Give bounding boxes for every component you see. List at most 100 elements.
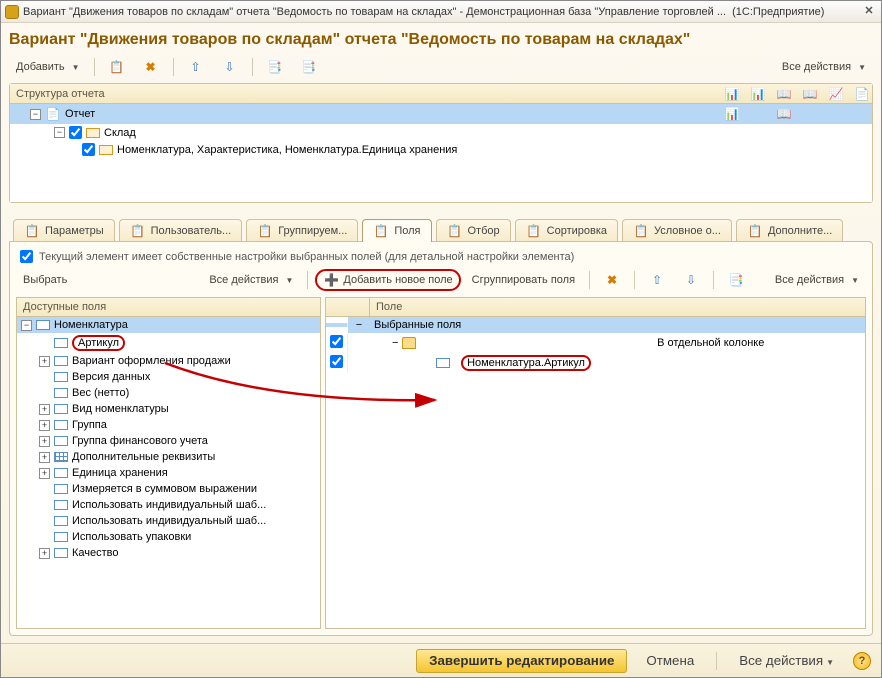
group-icon (99, 145, 113, 155)
tab-icon: 📋 (130, 223, 146, 239)
tab-conditional[interactable]: 📋Условное о... (622, 219, 732, 242)
group-fields-button[interactable]: Сгруппировать поля (465, 269, 582, 291)
add-button[interactable]: Добавить (9, 56, 87, 78)
field-icon (436, 358, 450, 368)
collapse-icon[interactable]: − (54, 127, 65, 138)
toolbar-icon-1[interactable]: 📋 (102, 56, 132, 78)
available-fields-tree[interactable]: − Номенклатура Артикул +Вариант оформлен… (16, 317, 321, 629)
select-button[interactable]: Выбрать (16, 269, 74, 291)
tree-node[interactable]: +Дополнительные реквизиты (17, 449, 320, 465)
tree-node[interactable]: +Вариант оформления продажи (17, 353, 320, 369)
all-actions-button[interactable]: Все действия (775, 56, 873, 78)
report-structure-panel: Структура отчета 📊 📊 📖 📖 📈 📄 📊 . 📖 . . .… (9, 83, 873, 203)
selected-fields-root[interactable]: − Выбранные поля (326, 317, 865, 333)
plus-circle-icon: ➕ (323, 272, 339, 288)
tree-node-label: Вес (нетто) (72, 387, 129, 399)
tree-node[interactable]: + Качество (17, 545, 320, 561)
structure-level2[interactable]: Номенклатура, Характеристика, Номенклату… (10, 141, 872, 158)
tree-node[interactable]: Версия данных (17, 369, 320, 385)
all-actions-left[interactable]: Все действия (202, 269, 300, 291)
tab-group[interactable]: 📋Группируем... (246, 219, 358, 242)
collapse-icon[interactable]: − (21, 320, 32, 331)
finish-editing-button[interactable]: Завершить редактирование (416, 649, 627, 673)
tab-parameters[interactable]: 📋Параметры (13, 219, 115, 242)
tab-fields[interactable]: 📋Поля (362, 219, 431, 242)
field-icon (54, 516, 68, 526)
tree-node[interactable]: Вес (нетто) (17, 385, 320, 401)
folder-checkbox[interactable] (330, 335, 343, 348)
tree-node[interactable]: + Вид номенклатуры (17, 401, 320, 417)
selected-fields-folder[interactable]: −В отдельной колонке (326, 333, 865, 353)
structure-level1[interactable]: − Склад (10, 124, 872, 141)
expand-icon[interactable]: + (39, 420, 50, 431)
hdr-icon-3[interactable]: 📖 (776, 86, 792, 102)
field-icon (54, 338, 68, 348)
list-icon: 📋 (109, 59, 125, 75)
tab-sort[interactable]: 📋Сортировка (515, 219, 618, 242)
collapse-icon[interactable]: − (356, 319, 362, 331)
tree-node[interactable]: + Единица хранения (17, 465, 320, 481)
tab-icon: 📋 (526, 223, 542, 239)
selected-fields-item[interactable]: Номенклатура.Артикул (326, 353, 865, 373)
tab-fields-label: Поля (394, 225, 420, 237)
selected-fields-tree[interactable]: − Выбранные поля −В отдельной колонке Но… (325, 317, 866, 629)
field-icon (36, 320, 50, 330)
structure-level2-checkbox[interactable] (82, 143, 95, 156)
expand-icon[interactable]: + (39, 452, 50, 463)
row-icon-3[interactable]: 📖 (776, 106, 792, 122)
custom-settings-checkbox[interactable] (20, 250, 33, 263)
hdr-icon-1[interactable]: 📊 (724, 86, 740, 102)
move-down-r[interactable]: ⇩ (676, 269, 706, 291)
expand-icon[interactable]: + (39, 436, 50, 447)
added-field-label: Номенклатура.Артикул (461, 355, 591, 371)
tree-node[interactable]: Использовать упаковки (17, 529, 320, 545)
tree-node-label: Качество (72, 547, 119, 559)
tree-node[interactable]: +Группа финансового учета (17, 433, 320, 449)
footer-all-actions[interactable]: Все действия (728, 649, 845, 673)
hdr-icon-4[interactable]: 📖 (802, 86, 818, 102)
structure-level1-checkbox[interactable] (69, 126, 82, 139)
tree-node[interactable]: Использовать индивидуальный шаб... (17, 513, 320, 529)
toolbar-icon-6[interactable]: 📑 (294, 56, 324, 78)
expand-icon[interactable]: + (39, 468, 50, 479)
folder-icon (402, 337, 416, 349)
move-up[interactable]: ⇧ (181, 56, 211, 78)
toolbar-delete[interactable]: ✖ (136, 56, 166, 78)
tab-fields-body: Текущий элемент имеет собственные настро… (9, 241, 873, 636)
tree-node[interactable]: +Группа (17, 417, 320, 433)
window-close-button[interactable]: ✕ (861, 4, 877, 20)
tree-node-root[interactable]: − Номенклатура (17, 317, 320, 333)
toolbar-icon-5[interactable]: 📑 (260, 56, 290, 78)
delete-button[interactable]: ✖ (597, 269, 627, 291)
tab-filter[interactable]: 📋Отбор (436, 219, 511, 242)
move-up-r[interactable]: ⇧ (642, 269, 672, 291)
settings2-icon: 📑 (301, 59, 317, 75)
tab-user-label: Пользователь... (151, 225, 232, 237)
expand-icon[interactable]: + (39, 356, 50, 367)
hdr-icon-2[interactable]: 📊 (750, 86, 766, 102)
collapse-icon[interactable]: − (392, 337, 398, 349)
expand-icon[interactable]: + (39, 548, 50, 559)
help-button[interactable]: ? (853, 652, 871, 670)
expand-icon[interactable]: + (39, 404, 50, 415)
tree-node-label: Вид номенклатуры (72, 403, 169, 415)
tab-user[interactable]: 📋 Пользователь... (119, 219, 243, 242)
field-icon (54, 484, 68, 494)
add-new-field-button[interactable]: ➕Добавить новое поле (315, 269, 460, 291)
settings-r[interactable]: 📑 (721, 269, 751, 291)
tree-node-label: Единица хранения (72, 467, 168, 479)
collapse-icon[interactable]: − (30, 109, 41, 120)
row-icon-1[interactable]: 📊 (724, 106, 740, 122)
cancel-button[interactable]: Отмена (635, 649, 705, 673)
tree-node-artikul-label: Артикул (72, 335, 125, 351)
all-actions-right[interactable]: Все действия (768, 269, 866, 291)
tab-additional[interactable]: 📋Дополните... (736, 219, 843, 242)
tab-icon: 📋 (257, 223, 273, 239)
hdr-icon-5[interactable]: 📈 (828, 86, 844, 102)
tree-node-artikul[interactable]: Артикул (17, 333, 320, 353)
field-checkbox[interactable] (330, 355, 343, 368)
tree-node[interactable]: Использовать индивидуальный шаб... (17, 497, 320, 513)
tree-node[interactable]: Измеряется в суммовом выражении (17, 481, 320, 497)
move-down[interactable]: ⇩ (215, 56, 245, 78)
hdr-icon-6[interactable]: 📄 (854, 86, 870, 102)
